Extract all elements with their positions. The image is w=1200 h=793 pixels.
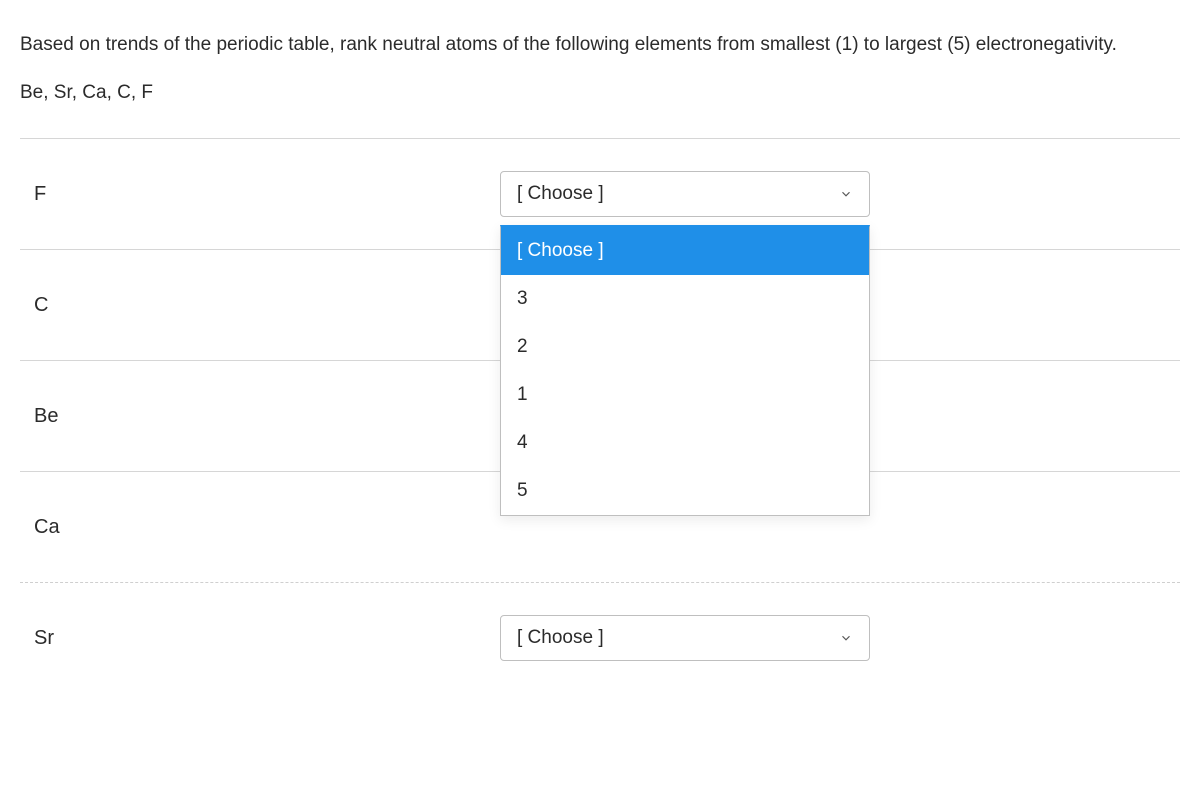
dropdown-option[interactable]: 5: [501, 467, 869, 515]
rank-row-f: F [ Choose ] [ Choose ] 3 2 1 4 5: [20, 139, 1180, 249]
element-label: Sr: [20, 627, 500, 650]
dropdown-option[interactable]: 4: [501, 419, 869, 467]
question-text: Based on trends of the periodic table, r…: [20, 28, 1180, 62]
rank-row-sr: Sr [ Choose ]: [20, 583, 1180, 693]
element-label: F: [20, 183, 500, 206]
dropdown-option[interactable]: 1: [501, 371, 869, 419]
dropdown-option[interactable]: [ Choose ]: [501, 227, 869, 275]
rank-dropdown-f: [ Choose ] 3 2 1 4 5: [500, 225, 870, 516]
rank-select-f[interactable]: [ Choose ]: [500, 171, 870, 217]
element-label: Ca: [20, 516, 500, 539]
dropdown-option[interactable]: 3: [501, 275, 869, 323]
chevron-down-icon: [839, 187, 853, 201]
question-elements: Be, Sr, Ca, C, F: [20, 82, 1180, 104]
select-value: [ Choose ]: [517, 627, 604, 649]
element-label: C: [20, 294, 500, 317]
chevron-down-icon: [839, 631, 853, 645]
element-label: Be: [20, 405, 500, 428]
dropdown-option[interactable]: 2: [501, 323, 869, 371]
rank-select-sr[interactable]: [ Choose ]: [500, 615, 870, 661]
select-value: [ Choose ]: [517, 183, 604, 205]
